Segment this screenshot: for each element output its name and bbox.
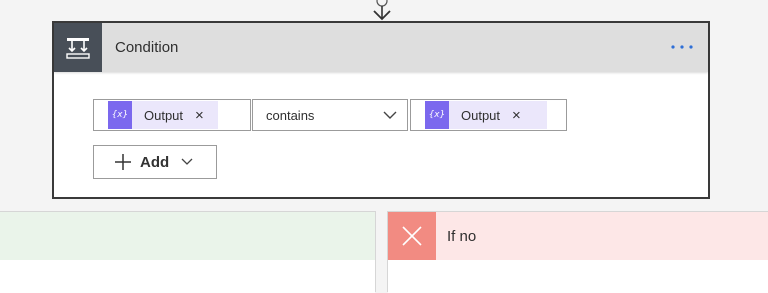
add-label: Add xyxy=(140,153,170,171)
token-label: Output xyxy=(144,107,184,123)
if-no-title: If no xyxy=(447,228,477,245)
left-operand-field[interactable]: {x} Output × xyxy=(93,99,251,131)
arrow-down-icon xyxy=(373,0,391,21)
if-yes-body xyxy=(0,260,375,293)
condition-title: Condition xyxy=(115,39,179,56)
expression-icon: {x} xyxy=(425,101,449,129)
operator-value: contains xyxy=(266,108,315,123)
chevron-down-icon xyxy=(383,111,397,119)
more-options-button[interactable] xyxy=(668,35,696,59)
output-token[interactable]: {x} Output × xyxy=(425,101,547,129)
close-icon[interactable]: × xyxy=(195,108,204,123)
right-operand-field[interactable]: {x} Output × xyxy=(410,99,567,131)
output-token[interactable]: {x} Output × xyxy=(108,101,218,129)
if-no-body xyxy=(388,260,768,293)
token-label: Output xyxy=(461,107,501,123)
expression-icon: {x} xyxy=(108,101,132,129)
condition-card: Condition {x} Output × contains {x} Outp… xyxy=(52,21,710,199)
operator-dropdown[interactable]: contains xyxy=(252,99,408,131)
chevron-down-icon xyxy=(181,158,193,165)
close-icon xyxy=(388,212,436,260)
if-yes-header[interactable] xyxy=(0,212,375,260)
condition-header[interactable]: Condition xyxy=(54,23,708,72)
plus-icon xyxy=(115,154,131,170)
if-no-header[interactable]: If no xyxy=(388,212,768,260)
if-no-branch: If no xyxy=(387,211,768,293)
condition-icon xyxy=(54,23,102,72)
if-yes-branch xyxy=(0,211,376,293)
add-button[interactable]: Add xyxy=(93,145,217,179)
ellipsis-icon xyxy=(671,45,693,49)
close-icon[interactable]: × xyxy=(512,108,521,123)
